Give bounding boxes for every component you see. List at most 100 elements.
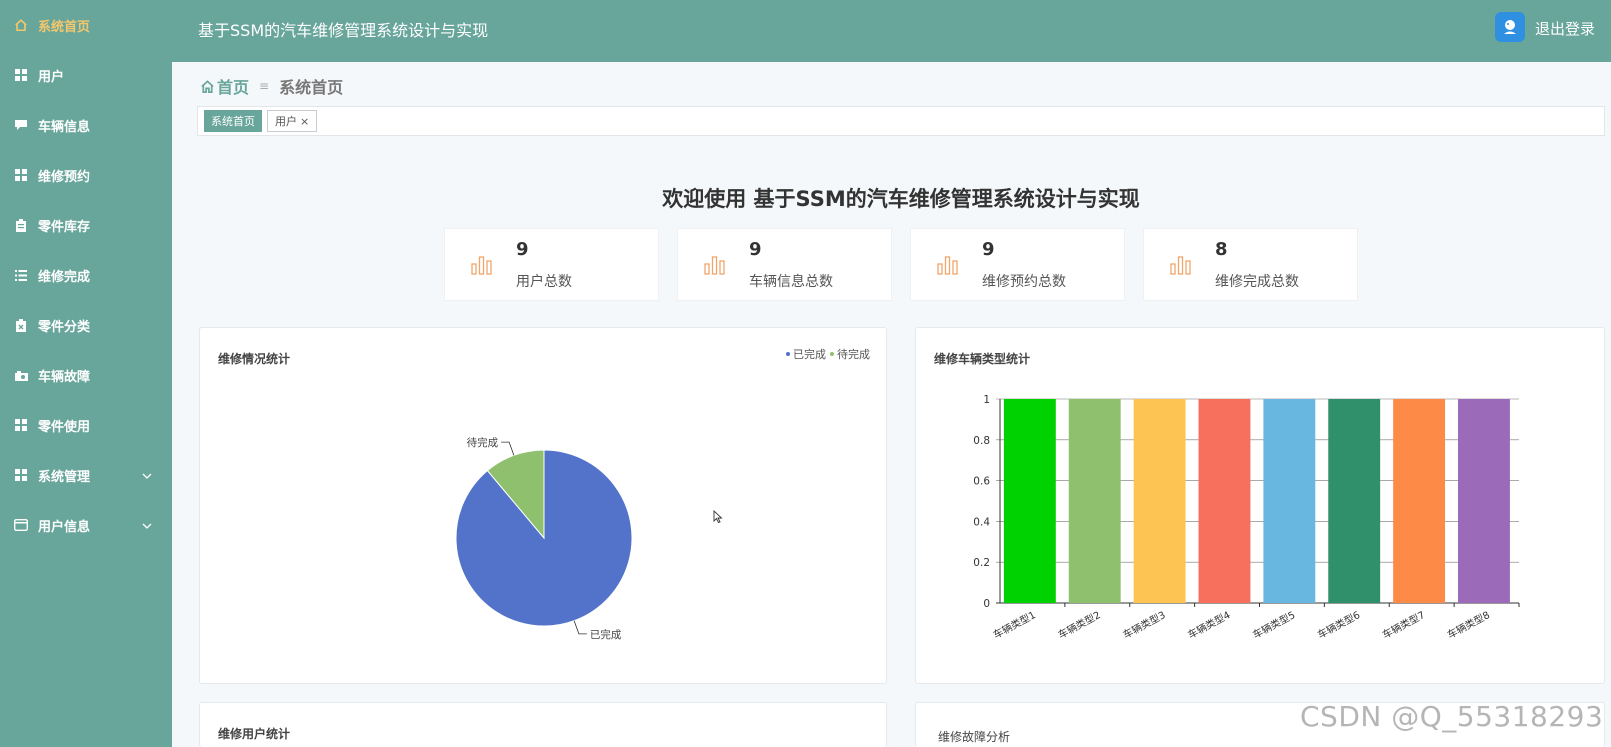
x-tick-label: 车辆类型3 xyxy=(1121,608,1168,641)
pie-slice-label: 已完成 xyxy=(590,628,622,641)
bar-chart-panel: 维修车辆类型统计 0 0.2 0.4 0.6 0.8 1 车辆类型1 车辆类型2 车辆类型3 车辆… xyxy=(915,327,1605,684)
sidebar-item-label: 用户信息 xyxy=(38,519,91,535)
stat-label: 用户总数 xyxy=(516,274,572,290)
list-icon xyxy=(14,268,28,282)
x-tick-label: 车辆类型8 xyxy=(1445,608,1492,641)
bar[interactable] xyxy=(1328,399,1381,603)
bar[interactable] xyxy=(1003,399,1056,603)
y-tick-label: 0.6 xyxy=(973,476,990,488)
card-icon xyxy=(14,518,28,532)
camera-icon xyxy=(14,368,28,382)
sidebar-item-label: 系统首页 xyxy=(38,19,91,35)
sidebar-item-label: 零件库存 xyxy=(38,219,91,235)
sidebar-item-label: 用户 xyxy=(38,69,65,85)
user-stat-title: 维修用户统计 xyxy=(218,727,291,741)
grid-icon xyxy=(14,418,28,432)
sidebar-item-label: 维修完成 xyxy=(38,269,91,285)
stat-value: 9 xyxy=(516,239,529,260)
sidebar-item-9[interactable]: 系统管理 xyxy=(0,450,172,500)
sidebar: 系统首页用户车辆信息维修预约零件库存维修完成零件分类车辆故障零件使用系统管理用户… xyxy=(0,0,172,747)
tab-home-label: 系统首页 xyxy=(211,115,255,128)
tab-home[interactable]: 系统首页 xyxy=(204,110,262,132)
bar-chart: 0 0.2 0.4 0.6 0.8 1 车辆类型1 车辆类型2 车辆类型3 车辆类型4 车辆类型5 车… xyxy=(973,394,1520,641)
sidebar-item-3[interactable]: 维修预约 xyxy=(0,150,172,200)
bar-chart-icon xyxy=(471,256,492,275)
pie-chart-panel: 维修情况统计 已完成 待完成 已完成 待完成 xyxy=(199,327,887,684)
grid-icon xyxy=(14,168,28,182)
chat-icon xyxy=(14,118,28,132)
x-tick-label: 车辆类型1 xyxy=(991,608,1038,641)
tab-user[interactable]: 用户 × xyxy=(267,110,318,132)
x-tick-label: 车辆类型5 xyxy=(1250,608,1297,641)
stat-card: 9 维修预约总数 xyxy=(910,228,1125,301)
breadcrumb-current: 系统首页 xyxy=(279,78,344,97)
stat-label: 维修完成总数 xyxy=(1215,274,1299,290)
stat-label: 维修预约总数 xyxy=(982,274,1066,290)
pie-slice-label: 待完成 xyxy=(467,436,499,449)
stat-card: 9 车辆信息总数 xyxy=(677,228,892,301)
breadcrumb-home[interactable]: 首页 xyxy=(200,74,249,98)
sidebar-item-label: 维修预约 xyxy=(38,169,91,185)
sidebar-item-8[interactable]: 零件使用 xyxy=(0,400,172,450)
y-tick-label: 0.4 xyxy=(973,516,990,528)
y-tick-label: 0 xyxy=(983,598,990,610)
sidebar-item-5[interactable]: 维修完成 xyxy=(0,250,172,300)
bar[interactable] xyxy=(1198,399,1251,603)
stat-value: 9 xyxy=(749,239,762,260)
watermark: CSDN @Q_55318293 xyxy=(1300,700,1604,733)
sidebar-item-0[interactable]: 系统首页 xyxy=(0,0,172,50)
breadcrumb-separator: ≡ xyxy=(259,79,270,93)
bar[interactable] xyxy=(1133,399,1186,603)
app-title: 基于SSM的汽车维修管理系统设计与实现 xyxy=(198,21,489,40)
clipboard-icon xyxy=(14,218,28,232)
sidebar-item-6[interactable]: 零件分类 xyxy=(0,300,172,350)
sidebar-item-label: 零件分类 xyxy=(38,319,91,335)
logout-button[interactable]: 退出登录 xyxy=(1535,18,1595,39)
stat-value: 9 xyxy=(982,239,995,260)
sidebar-item-4[interactable]: 零件库存 xyxy=(0,200,172,250)
home-icon xyxy=(14,18,28,32)
stat-value: 8 xyxy=(1215,239,1228,260)
grid-icon xyxy=(14,468,28,482)
clipboard-x-icon xyxy=(14,318,28,332)
stat-label: 车辆信息总数 xyxy=(749,274,833,290)
user-avatar-icon xyxy=(1504,20,1516,34)
tabs-bar: 系统首页 用户 × xyxy=(197,106,1605,136)
x-tick-label: 车辆类型2 xyxy=(1056,608,1103,641)
chevron-down-icon[interactable] xyxy=(142,469,152,482)
mouse-cursor-icon xyxy=(713,510,723,524)
stat-card: 8 维修完成总数 xyxy=(1143,228,1358,301)
x-tick-label: 车辆类型6 xyxy=(1315,608,1362,641)
bar-chart-icon xyxy=(704,256,725,275)
bar-chart-icon xyxy=(1170,256,1191,275)
breadcrumb: 首页 ≡ 系统首页 xyxy=(200,74,343,98)
home-icon xyxy=(201,79,214,93)
bar[interactable] xyxy=(1458,399,1510,603)
bar[interactable] xyxy=(1393,399,1446,603)
welcome-title: 欢迎使用 基于SSM的汽车维修管理系统设计与实现 xyxy=(662,187,1140,211)
sidebar-item-1[interactable]: 用户 xyxy=(0,50,172,100)
bar-chart-icon xyxy=(937,256,958,275)
tab-user-label: 用户 xyxy=(275,115,297,128)
pie-label-line xyxy=(501,441,515,456)
close-icon[interactable]: × xyxy=(300,115,309,128)
y-tick-label: 0.8 xyxy=(973,435,990,447)
sidebar-item-7[interactable]: 车辆故障 xyxy=(0,350,172,400)
avatar[interactable] xyxy=(1495,12,1525,42)
sidebar-item-2[interactable]: 车辆信息 xyxy=(0,100,172,150)
sidebar-item-label: 系统管理 xyxy=(38,469,91,485)
sidebar-item-label: 车辆信息 xyxy=(38,119,91,135)
top-header: 基于SSM的汽车维修管理系统设计与实现 退出登录 xyxy=(172,0,1611,62)
y-tick-label: 0.2 xyxy=(973,557,990,569)
pie-label-line xyxy=(573,620,587,635)
sidebar-item-label: 零件使用 xyxy=(38,419,91,435)
chevron-down-icon[interactable] xyxy=(142,519,152,532)
bar[interactable] xyxy=(1068,399,1121,603)
x-tick-label: 车辆类型7 xyxy=(1380,608,1427,641)
bar[interactable] xyxy=(1263,399,1316,603)
sidebar-item-10[interactable]: 用户信息 xyxy=(0,500,172,550)
stat-card: 9 用户总数 xyxy=(444,228,659,301)
grid-icon xyxy=(14,68,28,82)
x-tick-label: 车辆类型4 xyxy=(1185,608,1232,641)
pie-chart: 已完成 待完成 xyxy=(455,436,633,641)
